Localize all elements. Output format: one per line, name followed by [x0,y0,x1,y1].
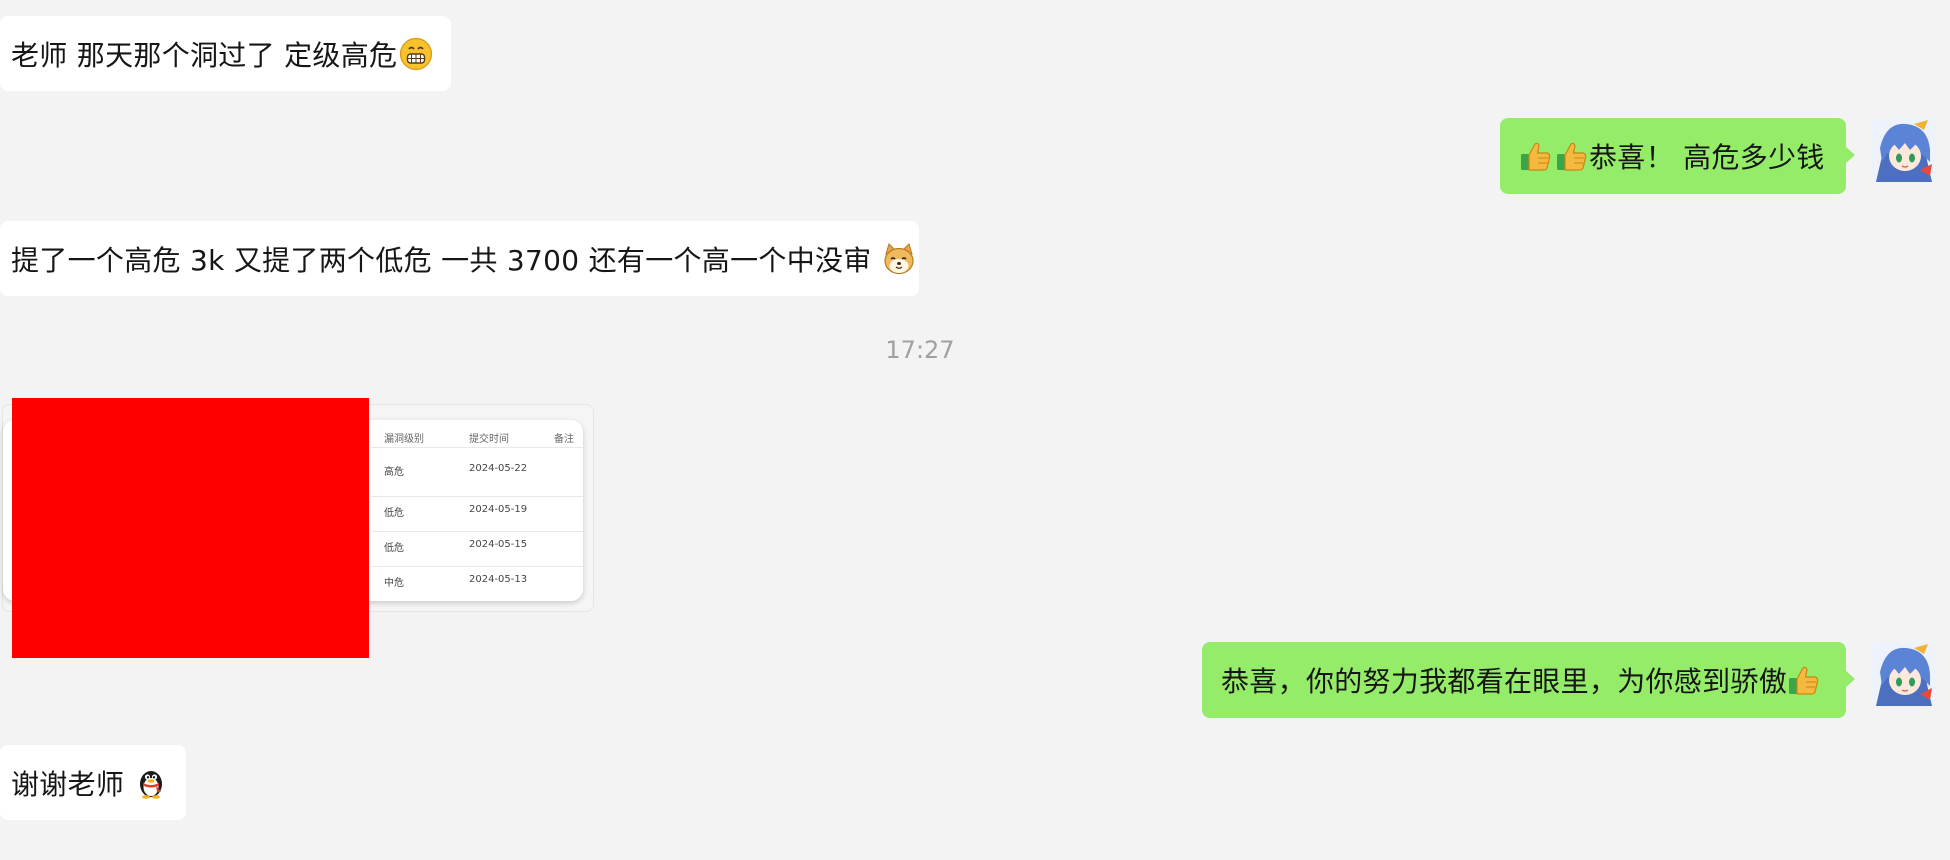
table-divider [371,447,583,448]
chat-canvas: 老师 那天那个洞过了 定级高危 恭喜！ 高危多少钱 提了一个高危 3k 又提了两… [0,0,1950,860]
thumbs-up-icon [1787,663,1821,697]
table-row-date: 2024-05-22 [469,463,528,474]
outgoing-message-bubble[interactable]: 恭喜，你的努力我都看在眼里，为你感到骄傲 [1202,642,1855,718]
table-divider [371,496,583,497]
message-timestamp: 17:27 [885,336,955,364]
thumbs-up-icon [1519,139,1553,173]
penguin-icon [134,766,168,800]
message-text: 老师 那天那个洞过了 定级高危 [11,38,398,72]
table-divider [371,566,583,567]
user-avatar[interactable] [1872,118,1936,182]
message-text: 提了一个高危 3k 又提了两个低危 一共 3700 还有一个高一个中没审 [11,243,872,277]
incoming-message-bubble[interactable]: 提了一个高危 3k 又提了两个低危 一共 3700 还有一个高一个中没审 [0,221,919,296]
user-avatar[interactable] [1872,642,1936,706]
table-header-date: 提交时间 [469,434,509,445]
doge-face-icon [882,242,916,276]
message-text: 谢谢老师 [11,767,125,801]
outgoing-message-bubble[interactable]: 恭喜！ 高危多少钱 [1500,118,1855,194]
table-header-note: 备注 [554,434,574,445]
table-row-level: 中危 [384,578,404,589]
redaction-block [12,398,369,658]
grinning-face-icon [399,37,433,71]
table-row-date: 2024-05-13 [469,574,528,585]
table-row-level: 高危 [384,467,404,478]
table-divider [371,531,583,532]
incoming-message-bubble[interactable]: 谢谢老师 [0,745,186,820]
table-row-date: 2024-05-15 [469,539,528,550]
table-row-date: 2024-05-19 [469,504,528,515]
message-text: 恭喜，你的努力我都看在眼里，为你感到骄傲 [1221,665,1788,698]
table-header-level: 漏洞级别 [384,434,424,445]
message-text: 恭喜！ 高危多少钱 [1589,141,1825,174]
table-row-level: 低危 [384,543,404,554]
table-row-level: 低危 [384,508,404,519]
incoming-message-bubble[interactable]: 老师 那天那个洞过了 定级高危 [0,16,451,91]
thumbs-up-icon [1555,139,1589,173]
